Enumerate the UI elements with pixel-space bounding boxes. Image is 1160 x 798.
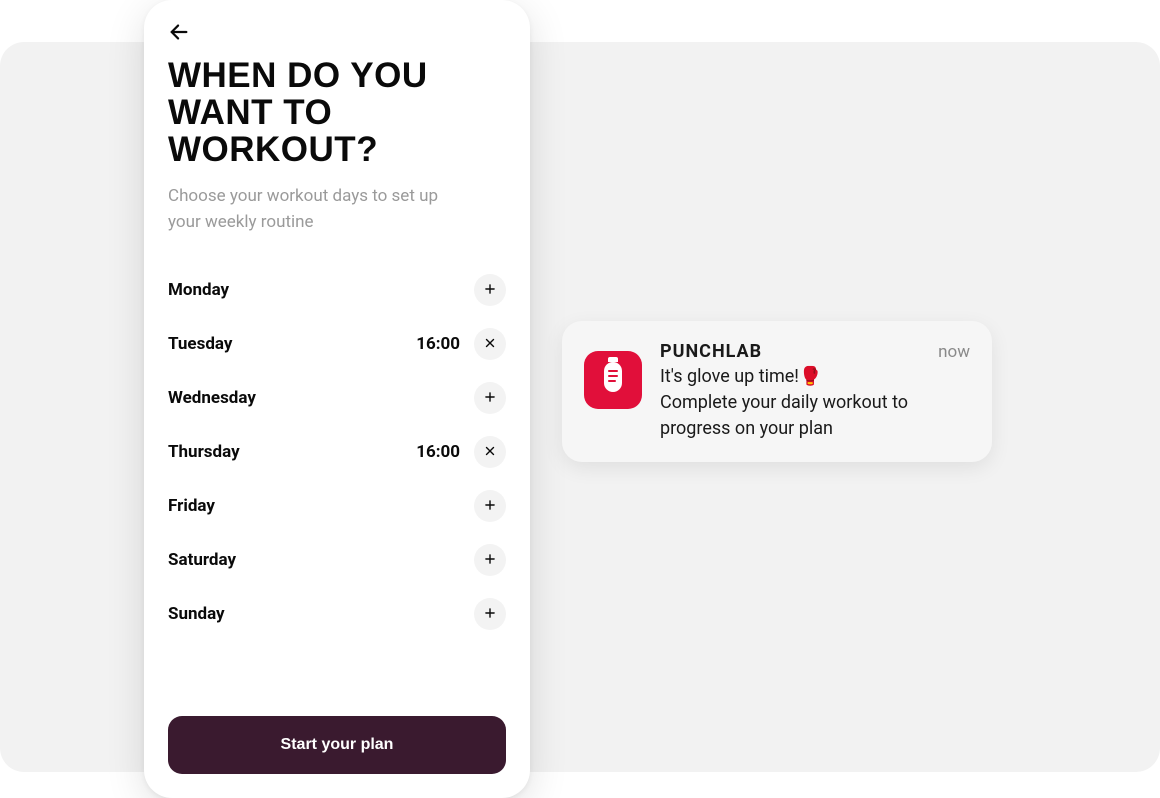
plus-icon — [483, 551, 497, 570]
close-icon — [483, 335, 497, 354]
notification-card[interactable]: PUNCHLAB now It's glove up time!🥊 Comple… — [562, 321, 992, 462]
remove-day-button[interactable] — [474, 436, 506, 468]
day-label: Friday — [168, 496, 215, 516]
day-label: Thursday — [168, 442, 240, 462]
start-plan-button[interactable]: Start your plan — [168, 716, 506, 774]
back-button[interactable] — [168, 20, 196, 48]
notification-timestamp: now — [938, 342, 970, 362]
day-row-friday[interactable]: Friday — [168, 479, 506, 533]
arrow-left-icon — [168, 21, 190, 47]
plus-icon — [483, 281, 497, 300]
day-row-wednesday[interactable]: Wednesday — [168, 371, 506, 425]
add-day-button[interactable] — [474, 598, 506, 630]
plus-icon — [483, 605, 497, 624]
days-list: Monday Tuesday 16:00 Wed — [168, 263, 506, 641]
plus-icon — [483, 389, 497, 408]
day-row-sunday[interactable]: Sunday — [168, 587, 506, 641]
close-icon — [483, 443, 497, 462]
notification-body: PUNCHLAB now It's glove up time!🥊 Comple… — [660, 341, 970, 442]
remove-day-button[interactable] — [474, 328, 506, 360]
day-label: Saturday — [168, 550, 236, 570]
app-icon — [584, 351, 642, 409]
notification-message: It's glove up time!🥊 Complete your daily… — [660, 364, 960, 442]
day-label: Sunday — [168, 604, 225, 624]
notification-app-name: PUNCHLAB — [660, 341, 762, 362]
day-row-saturday[interactable]: Saturday — [168, 533, 506, 587]
add-day-button[interactable] — [474, 544, 506, 576]
day-time: 16:00 — [416, 442, 460, 462]
notification-line2: Complete your daily workout to progress … — [660, 392, 908, 439]
notification-line1: It's glove up time! — [660, 366, 799, 387]
add-day-button[interactable] — [474, 382, 506, 414]
punching-bag-icon — [598, 357, 628, 403]
day-label: Wednesday — [168, 388, 256, 408]
add-day-button[interactable] — [474, 274, 506, 306]
page-title: WHEN DO YOU WANT TO WORKOUT? — [168, 58, 506, 168]
day-row-tuesday[interactable]: Tuesday 16:00 — [168, 317, 506, 371]
boxing-glove-icon: 🥊 — [799, 366, 821, 387]
page-subtitle: Choose your workout days to set up your … — [168, 184, 468, 235]
day-time: 16:00 — [416, 334, 460, 354]
day-row-thursday[interactable]: Thursday 16:00 — [168, 425, 506, 479]
day-label: Monday — [168, 280, 229, 300]
day-row-monday[interactable]: Monday — [168, 263, 506, 317]
plus-icon — [483, 497, 497, 516]
phone-frame: WHEN DO YOU WANT TO WORKOUT? Choose your… — [144, 0, 530, 798]
add-day-button[interactable] — [474, 490, 506, 522]
day-label: Tuesday — [168, 334, 232, 354]
